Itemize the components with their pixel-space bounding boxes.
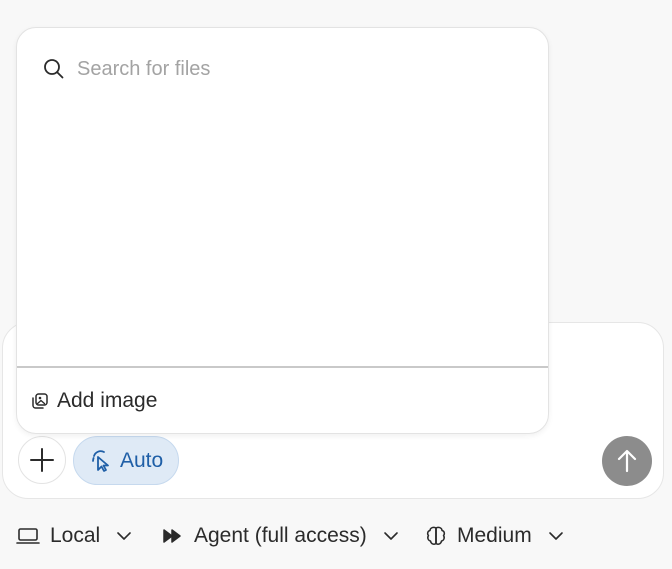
- popup-divider: [17, 366, 548, 368]
- cursor-icon: [92, 449, 109, 472]
- search-bar: [43, 54, 517, 84]
- auto-mode-label: Auto: [120, 448, 164, 472]
- laptop-icon: [16, 528, 40, 544]
- add-image-label: Add image: [57, 389, 158, 412]
- file-picker-popup: Add image: [16, 27, 549, 434]
- chevron-down-icon: [117, 532, 132, 540]
- reasoning-level-label: Medium: [457, 524, 532, 547]
- environment-label: Local: [50, 524, 101, 547]
- agent-mode-select[interactable]: Agent (full access): [162, 520, 399, 552]
- environment-select[interactable]: Local: [16, 520, 132, 552]
- chevron-down-icon: [548, 532, 563, 540]
- search-input[interactable]: [77, 57, 517, 81]
- fast-forward-icon: [163, 529, 181, 543]
- arrow-up-icon: [617, 449, 637, 473]
- send-button[interactable]: [602, 436, 652, 486]
- add-image-button[interactable]: Add image: [31, 386, 157, 416]
- brain-icon: [426, 526, 446, 545]
- plus-icon: [30, 448, 54, 472]
- agent-mode-label: Agent (full access): [194, 524, 367, 547]
- reasoning-level-select[interactable]: Medium: [425, 520, 564, 552]
- add-button[interactable]: [18, 436, 66, 484]
- chevron-down-icon: [383, 532, 398, 540]
- search-icon: [44, 59, 64, 79]
- auto-mode-button[interactable]: Auto: [73, 436, 179, 485]
- image-icon: [32, 393, 48, 409]
